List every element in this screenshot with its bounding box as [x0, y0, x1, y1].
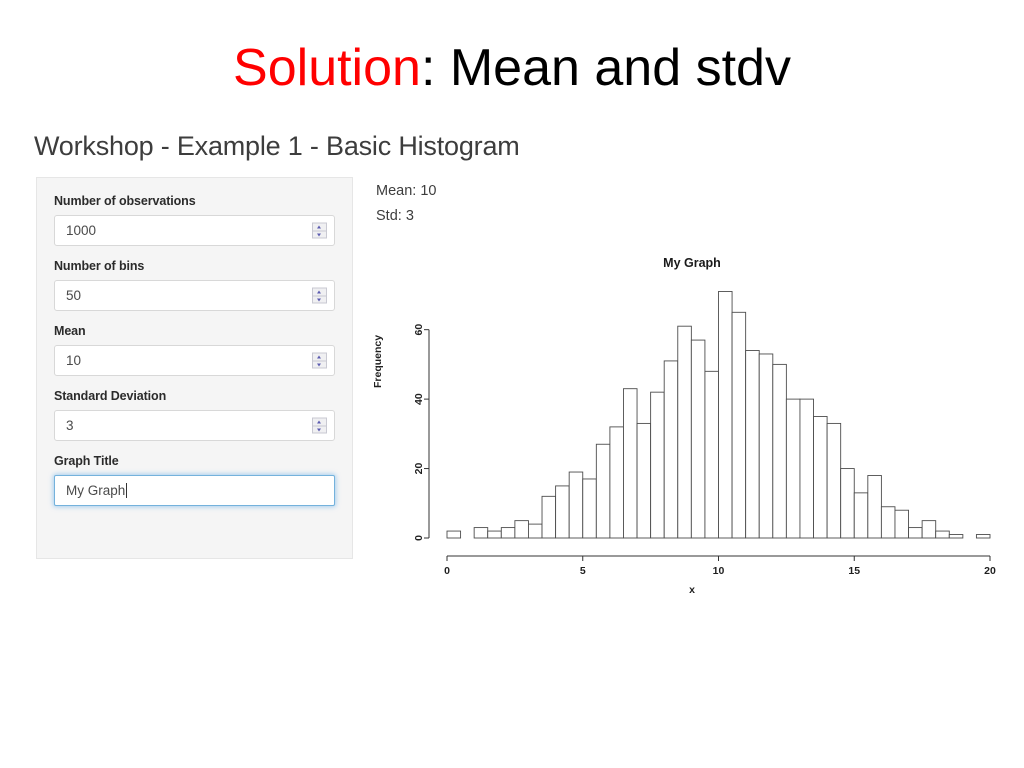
- label-graph-title: Graph Title: [54, 454, 119, 468]
- field-group-observations: Number of observations 1000: [54, 193, 335, 246]
- slide-title: Solution: Mean and stdv: [0, 38, 1024, 98]
- svg-text:40: 40: [413, 393, 425, 405]
- label-number-of-observations: Number of observations: [54, 194, 196, 208]
- input-standard-deviation[interactable]: 3: [54, 410, 335, 441]
- field-group-standard-deviation: Standard Deviation 3: [54, 388, 335, 441]
- stepper-up-icon[interactable]: [312, 417, 327, 426]
- svg-text:20: 20: [984, 565, 996, 577]
- slide-title-rest: : Mean and stdv: [420, 39, 791, 97]
- x-axis-label: x: [689, 584, 695, 596]
- stepper-mean[interactable]: [312, 352, 327, 369]
- stepper-number-of-bins[interactable]: [312, 287, 327, 304]
- slide-title-accent: Solution: [233, 39, 421, 97]
- control-panel: Number of observations 1000 Number of bi…: [36, 177, 353, 559]
- label-mean: Mean: [54, 324, 86, 338]
- output-area: Mean: 10 Std: 3: [376, 179, 436, 229]
- stepper-down-icon[interactable]: [312, 425, 327, 434]
- value-number-of-bins: 50: [66, 287, 82, 303]
- svg-text:60: 60: [413, 324, 425, 336]
- svg-text:0: 0: [444, 565, 450, 577]
- app-heading: Workshop - Example 1 - Basic Histogram: [34, 131, 520, 161]
- svg-text:5: 5: [580, 565, 586, 577]
- stepper-down-icon[interactable]: [312, 360, 327, 369]
- input-mean[interactable]: 10: [54, 345, 335, 376]
- stepper-down-icon[interactable]: [312, 230, 327, 239]
- svg-text:0: 0: [413, 535, 425, 541]
- svg-text:10: 10: [713, 565, 725, 577]
- value-number-of-observations: 1000: [66, 222, 97, 238]
- svg-text:15: 15: [848, 565, 860, 577]
- plot-canvas: 0 20 40 60 0 5 10 15 20: [413, 291, 996, 577]
- input-graph-title[interactable]: My Graph: [54, 475, 335, 506]
- input-number-of-bins[interactable]: 50: [54, 280, 335, 311]
- field-group-graph-title: Graph Title My Graph: [54, 453, 335, 506]
- svg-text:20: 20: [413, 463, 425, 475]
- stepper-standard-deviation[interactable]: [312, 417, 327, 434]
- field-group-mean: Mean 10: [54, 323, 335, 376]
- label-standard-deviation: Standard Deviation: [54, 389, 167, 403]
- stepper-up-icon[interactable]: [312, 352, 327, 361]
- field-group-bins: Number of bins 50: [54, 258, 335, 311]
- text-caret: [126, 483, 128, 498]
- stepper-up-icon[interactable]: [312, 287, 327, 296]
- stepper-down-icon[interactable]: [312, 295, 327, 304]
- output-mean: Mean: 10: [376, 183, 437, 199]
- value-standard-deviation: 3: [66, 417, 74, 433]
- histogram-plot: My Graph Frequency 0 20 40 60 0 5 10 15 20 x: [372, 248, 1012, 608]
- stepper-up-icon[interactable]: [312, 222, 327, 231]
- label-number-of-bins: Number of bins: [54, 259, 145, 273]
- input-number-of-observations[interactable]: 1000: [54, 215, 335, 246]
- output-std: Std: 3: [376, 208, 414, 224]
- stepper-number-of-observations[interactable]: [312, 222, 327, 239]
- value-mean: 10: [66, 352, 82, 368]
- value-graph-title: My Graph: [66, 482, 126, 498]
